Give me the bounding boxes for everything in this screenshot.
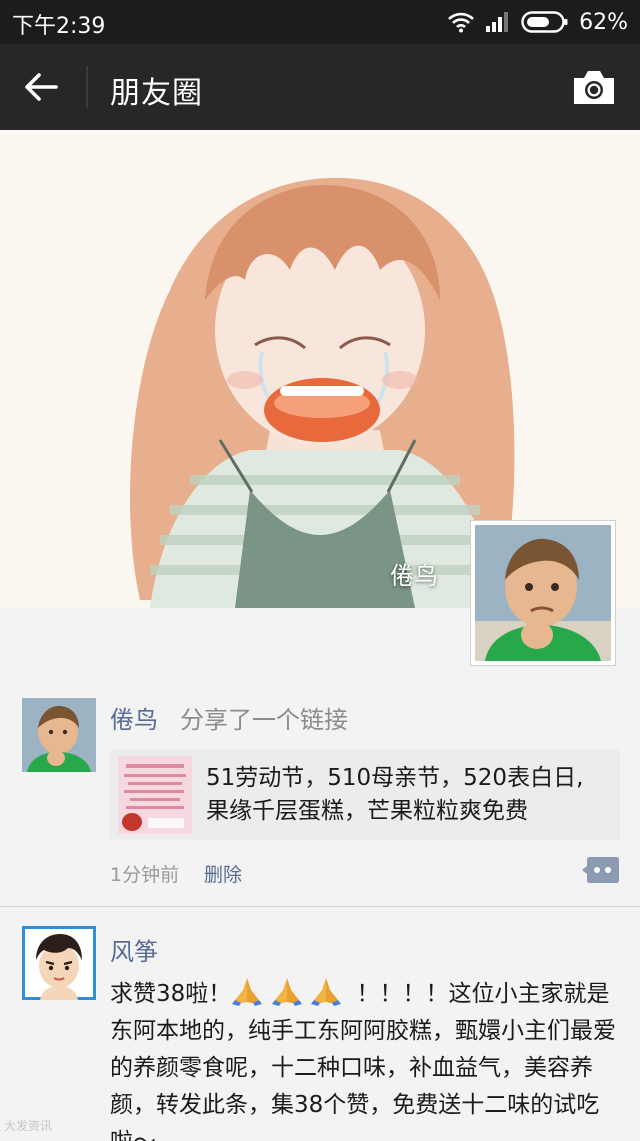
- post-divider: [0, 906, 640, 907]
- feed-post: 风筝 求赞38啦！ ！！！！这位小主家就是东阿本地的，纯手工东阿阿胶糕，甄嬛小主…: [0, 908, 640, 1141]
- watermark: 大发资讯: [4, 1119, 53, 1133]
- comment-bubble-icon: [582, 857, 619, 883]
- profile-avatar[interactable]: [470, 520, 616, 666]
- status-time: 下午2:39: [12, 14, 106, 39]
- status-icons: 62%: [447, 8, 628, 36]
- battery-icon: [521, 10, 569, 34]
- battery-percentage: 62%: [579, 9, 628, 35]
- feed-post: 倦鸟 分享了一个链接 51劳动节，510母亲节，520表白日,果缘千层蛋糕，芒果…: [0, 680, 640, 906]
- baby-avatar-image: [475, 525, 611, 661]
- post-action-text: 分享了一个链接: [180, 706, 348, 734]
- post-author-avatar[interactable]: [22, 698, 96, 772]
- nav-bar: 朋友圈: [0, 44, 640, 130]
- shared-link-card[interactable]: 51劳动节，510母亲节，520表白日,果缘千层蛋糕，芒果粒粒爽免费: [110, 750, 620, 840]
- folded-hands-icon: [231, 976, 263, 1006]
- post-author-name[interactable]: 倦鸟: [110, 700, 158, 735]
- post-timestamp: 1分钟前: [110, 864, 180, 886]
- post-body-text-part: 求赞38啦！: [110, 981, 232, 1007]
- page-title: 朋友圈: [110, 76, 203, 111]
- status-bar: 下午2:39 62%: [0, 0, 640, 44]
- delete-button[interactable]: 删除: [204, 860, 242, 887]
- cover-owner-name[interactable]: 倦鸟: [390, 556, 438, 591]
- wifi-icon: [447, 11, 475, 33]
- camera-button[interactable]: [570, 66, 618, 110]
- camera-icon: [574, 71, 614, 104]
- baby-avatar-image: [22, 698, 96, 772]
- back-button[interactable]: [18, 64, 64, 110]
- post-author-avatar[interactable]: [22, 926, 96, 1000]
- comment-button[interactable]: [582, 855, 620, 885]
- folded-hands-icon: [271, 976, 303, 1006]
- link-thumbnail: [118, 756, 192, 834]
- cartoon-boy-avatar-image: [22, 926, 96, 1000]
- post-body-text: 求赞38啦！ ！！！！这位小主家就是东阿本地的，纯手工东阿阿胶糕，甄嬛小主们最爱…: [110, 976, 622, 1141]
- arrow-left-icon: [25, 73, 58, 101]
- post-author-name[interactable]: 风筝: [110, 932, 158, 967]
- signal-icon: [485, 11, 511, 33]
- nav-divider: [86, 66, 88, 108]
- link-thumbnail-image: [118, 756, 192, 834]
- link-title: 51劳动节，510母亲节，520表白日,果缘千层蛋糕，芒果粒粒爽免费: [206, 765, 584, 824]
- folded-hands-icon: [310, 976, 342, 1006]
